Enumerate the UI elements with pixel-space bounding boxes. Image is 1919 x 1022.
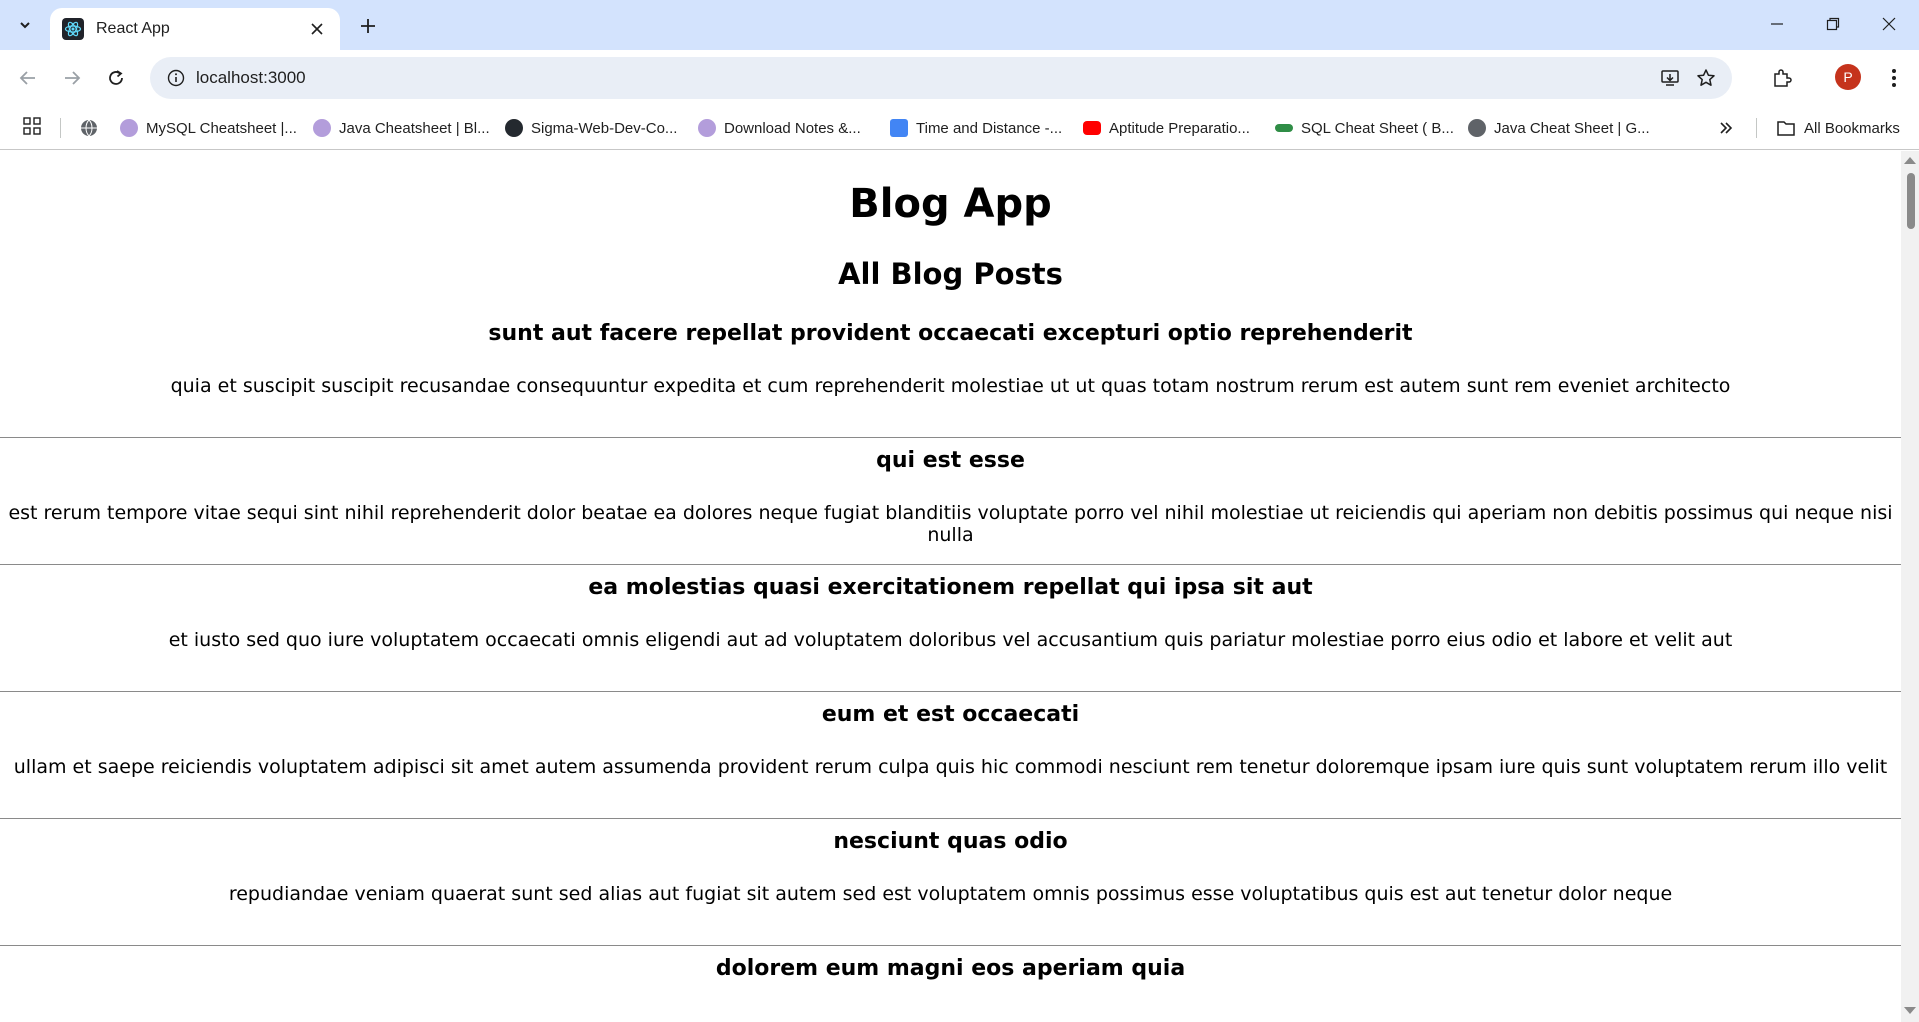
install-app-icon[interactable] (1654, 62, 1686, 94)
scroll-up-arrow[interactable] (1904, 157, 1916, 164)
blog-post: sunt aut facere repellat provident occae… (0, 311, 1901, 438)
forward-button[interactable] (56, 62, 88, 94)
reload-button[interactable] (100, 62, 132, 94)
post-title: ea molestias quasi exercitationem repell… (588, 575, 1313, 600)
minimize-button[interactable] (1754, 6, 1800, 42)
arrow-left-icon (19, 71, 35, 85)
reload-icon (109, 70, 123, 85)
bookmark-globe[interactable] (80, 116, 98, 140)
bookmark-item[interactable]: Java Cheat Sheet | G... (1468, 116, 1650, 140)
folder-icon (1777, 121, 1795, 136)
page-scrollbar[interactable] (1901, 151, 1919, 1022)
browser-titlebar: React App (0, 0, 1919, 50)
youtube-icon (1083, 121, 1101, 135)
avatar-icon (313, 119, 331, 137)
bookmarks-separator (60, 118, 61, 138)
avatar-icon (698, 119, 716, 137)
new-tab-button[interactable] (352, 10, 384, 42)
bookmark-label: Time and Distance -... (916, 119, 1063, 137)
all-bookmarks-label: All Bookmarks (1804, 119, 1900, 137)
blog-list-title: All Blog Posts (838, 257, 1063, 291)
scrollbar-thumb[interactable] (1907, 173, 1915, 229)
restore-icon (1826, 17, 1840, 31)
globe-icon (1468, 119, 1486, 137)
post-body: quia et suscipit suscipit recusandae con… (170, 375, 1731, 397)
post-body: ullam et saepe reiciendis voluptatem adi… (13, 756, 1888, 778)
url-text: localhost:3000 (196, 68, 306, 87)
restore-button[interactable] (1810, 6, 1856, 42)
close-icon (1882, 17, 1896, 31)
all-bookmarks-button[interactable]: All Bookmarks (1776, 116, 1900, 140)
post-title: qui est esse (876, 448, 1025, 473)
blog-post: eum et est occaecati ullam et saepe reic… (0, 692, 1901, 819)
blog-post: qui est esse est rerum tempore vitae seq… (0, 438, 1901, 565)
bookmark-label: MySQL Cheatsheet |... (146, 119, 297, 137)
bookmark-label: Aptitude Preparatio... (1109, 119, 1250, 137)
post-title: nesciunt quas odio (833, 829, 1068, 854)
site-info-icon[interactable] (156, 69, 196, 87)
post-title: dolorem eum magni eos aperiam quia (715, 956, 1186, 981)
avatar-icon (120, 119, 138, 137)
browser-toolbar: localhost:3000 P (0, 50, 1919, 106)
back-button[interactable] (12, 62, 44, 94)
blog-post: nesciunt quas odio repudiandae veniam qu… (0, 819, 1901, 946)
page-viewport: Blog App All Blog Posts sunt aut facere … (0, 151, 1901, 1022)
bookmark-item[interactable]: SQL Cheat Sheet ( B... (1275, 116, 1454, 140)
browser-menu-button[interactable] (1878, 62, 1910, 94)
bookmark-item[interactable]: Java Cheatsheet | Bl... (313, 116, 490, 140)
post-title: eum et est occaecati (821, 702, 1080, 727)
tab-react-app[interactable]: React App (50, 8, 340, 50)
docs-icon (890, 119, 908, 137)
bookmark-label: Java Cheat Sheet | G... (1494, 119, 1650, 137)
bookmark-label: SQL Cheat Sheet ( B... (1301, 119, 1454, 137)
post-title: sunt aut facere repellat provident occae… (488, 321, 1413, 346)
tab-close-button[interactable] (306, 18, 328, 40)
profile-avatar[interactable]: P (1835, 64, 1861, 90)
double-chevron-right-icon (1720, 122, 1733, 134)
tab-search-button[interactable] (8, 8, 42, 42)
post-body: repudiandae veniam quaerat sunt sed alia… (228, 883, 1673, 905)
bookmark-label: Sigma-Web-Dev-Co... (531, 119, 678, 137)
bookmark-item[interactable]: Download Notes &... (698, 116, 861, 140)
post-body: et iusto sed quo iure voluptatem occaeca… (168, 629, 1733, 651)
bookmarks-bar: MySQL Cheatsheet |... Java Cheatsheet | … (0, 106, 1919, 150)
extensions-button[interactable] (1766, 62, 1798, 94)
chevron-down-icon (20, 22, 30, 29)
bookmark-star-icon[interactable] (1690, 62, 1722, 94)
gfg-icon (1275, 124, 1293, 132)
minimize-icon (1771, 23, 1783, 25)
blog-post: dolorem eum magni eos aperiam quia (0, 946, 1901, 1022)
address-bar[interactable]: localhost:3000 (150, 57, 1732, 99)
app-title: Blog App (849, 181, 1052, 227)
bookmark-item[interactable]: Aptitude Preparatio... (1083, 116, 1250, 140)
scroll-down-arrow[interactable] (1904, 1007, 1916, 1014)
bookmark-item[interactable]: MySQL Cheatsheet |... (120, 116, 297, 140)
arrow-right-icon (65, 71, 81, 85)
github-icon (505, 119, 523, 137)
puzzle-icon (1774, 69, 1792, 87)
close-window-button[interactable] (1866, 6, 1912, 42)
close-icon (311, 23, 323, 35)
apps-grid-icon[interactable] (22, 116, 44, 138)
react-icon (62, 18, 84, 40)
bookmark-label: Java Cheatsheet | Bl... (339, 119, 490, 137)
bookmark-item[interactable]: Time and Distance -... (890, 116, 1062, 140)
tab-title: React App (96, 20, 170, 37)
bookmarks-separator (1756, 118, 1757, 138)
blog-post: ea molestias quasi exercitationem repell… (0, 565, 1901, 692)
plus-icon (361, 19, 375, 33)
globe-icon (81, 119, 97, 137)
bookmark-label: Download Notes &... (724, 119, 861, 137)
kebab-menu-icon (1892, 69, 1896, 87)
post-body: est rerum tempore vitae sequi sint nihil… (8, 502, 1893, 546)
more-bookmarks-button[interactable] (1718, 116, 1734, 140)
bookmark-item[interactable]: Sigma-Web-Dev-Co... (505, 116, 677, 140)
